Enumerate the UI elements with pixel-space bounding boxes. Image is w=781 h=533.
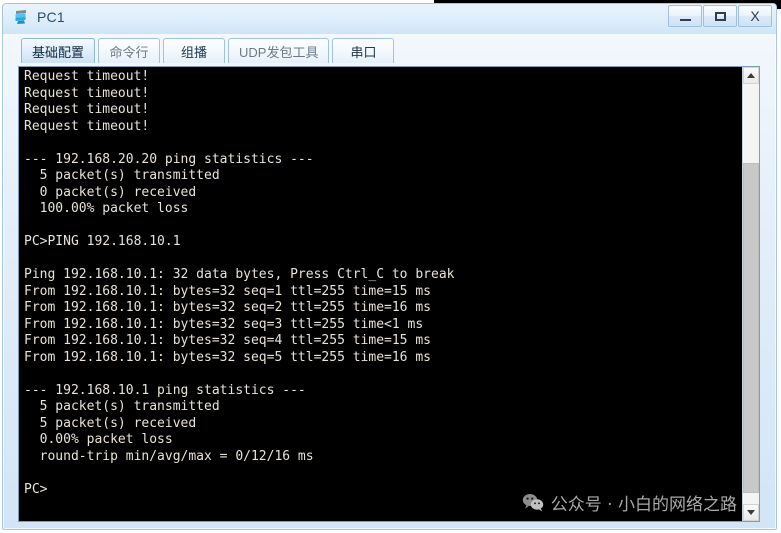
terminal-line: PC> xyxy=(24,481,48,497)
pc1-window: PC1 X 基础配置 命令行 组播 UDP发包工具 串口 Request tim… xyxy=(2,3,777,530)
scroll-up-button[interactable] xyxy=(743,67,759,84)
terminal-output: Request timeout! Request timeout! Request … xyxy=(24,69,736,498)
chevron-up-icon xyxy=(747,73,755,78)
terminal-line: --- 192.168.20.20 ping statistics --- xyxy=(24,151,314,167)
tab-command-line[interactable]: 命令行 xyxy=(98,38,161,63)
maximize-button[interactable] xyxy=(703,5,737,27)
tab-label: 串口 xyxy=(350,44,377,60)
minimize-button[interactable] xyxy=(668,5,702,27)
terminal-line: Request timeout! xyxy=(24,102,150,117)
scrollbar-track[interactable] xyxy=(743,84,759,504)
terminal-line: round-trip min/avg/max = 0/12/16 ms xyxy=(24,448,314,464)
terminal-line: 5 packet(s) transmitted xyxy=(24,168,220,183)
terminal-line: 0.00% packet loss xyxy=(24,432,173,447)
tab-label: 组播 xyxy=(181,44,208,60)
scroll-down-button[interactable] xyxy=(743,504,759,521)
terminal-line: PC>PING 192.168.10.1 xyxy=(24,234,181,249)
terminal-line: Request timeout! xyxy=(24,69,150,84)
terminal-line: From 192.168.10.1: bytes=32 seq=1 ttl=25… xyxy=(24,283,431,299)
tab-label: 基础配置 xyxy=(32,44,85,60)
terminal-line: 0 packet(s) received xyxy=(24,184,197,200)
title-bar[interactable]: PC1 X xyxy=(3,4,776,34)
terminal-line: 5 packet(s) received xyxy=(24,415,197,431)
title-bar-left: PC1 xyxy=(13,8,65,26)
terminal-line: 5 packet(s) transmitted xyxy=(24,399,220,414)
terminal-console[interactable]: Request timeout! Request timeout! Request … xyxy=(18,66,760,522)
window-title: PC1 xyxy=(37,9,65,25)
terminal-scrollbar[interactable] xyxy=(742,67,759,521)
pc-device-icon xyxy=(13,8,31,26)
chevron-down-icon xyxy=(747,510,755,515)
tab-multicast[interactable]: 组播 xyxy=(163,38,226,63)
tab-serial-port[interactable]: 串口 xyxy=(332,38,395,63)
terminal-line: 100.00% packet loss xyxy=(24,201,189,216)
terminal-line: Request timeout! xyxy=(24,85,150,101)
terminal-line: --- 192.168.10.1 ping statistics --- xyxy=(24,382,306,398)
tab-list: 基础配置 命令行 组播 UDP发包工具 串口 xyxy=(21,36,397,63)
tab-basic-config[interactable]: 基础配置 xyxy=(21,38,96,63)
scrollbar-thumb[interactable] xyxy=(743,163,759,493)
terminal-line: From 192.168.10.1: bytes=32 seq=5 ttl=25… xyxy=(24,349,431,365)
terminal-line: From 192.168.10.1: bytes=32 seq=2 ttl=25… xyxy=(24,300,431,315)
window-controls: X xyxy=(667,5,772,27)
close-button[interactable]: X xyxy=(738,5,772,27)
close-icon: X xyxy=(750,8,760,24)
screen: PC1 X 基础配置 命令行 组播 UDP发包工具 串口 Request tim… xyxy=(0,0,781,533)
maximize-icon xyxy=(714,11,726,21)
terminal-line: From 192.168.10.1: bytes=32 seq=3 ttl=25… xyxy=(24,316,424,332)
terminal-line: Request timeout! xyxy=(24,118,150,134)
terminal-line: Ping 192.168.10.1: 32 data bytes, Press … xyxy=(24,267,455,282)
tab-label: UDP发包工具 xyxy=(239,44,319,60)
tab-udp-sender[interactable]: UDP发包工具 xyxy=(228,38,330,63)
tab-strip: 基础配置 命令行 组播 UDP发包工具 串口 xyxy=(3,34,776,65)
minimize-icon xyxy=(679,18,691,21)
terminal-line: From 192.168.10.1: bytes=32 seq=4 ttl=25… xyxy=(24,333,431,348)
tab-label: 命令行 xyxy=(109,44,149,60)
